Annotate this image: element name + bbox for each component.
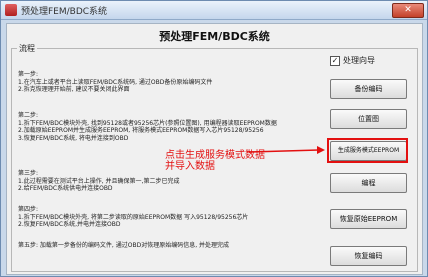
annotation-line: 并导入数据 (165, 161, 215, 172)
app-window: 预处理FEM/BDC系统 ✕ 预处理FEM/BDC系统 流程 ✓ 处理向导 第一… (0, 0, 428, 277)
title-bar: 预处理FEM/BDC系统 ✕ (1, 1, 427, 20)
window-title: 预处理FEM/BDC系统 (21, 7, 108, 17)
annotation-text: 点击生成服务模式数据 并导入数据 (165, 150, 265, 172)
annotation-line: 点击生成服务模式数据 (165, 150, 265, 161)
close-button[interactable]: ✕ (392, 3, 424, 18)
annotation-arrow-icon (248, 146, 325, 154)
main-panel: 预处理FEM/BDC系统 流程 ✓ 处理向导 第一步: 1.在汽车上或者平台上读… (6, 23, 423, 275)
app-icon (5, 4, 17, 16)
